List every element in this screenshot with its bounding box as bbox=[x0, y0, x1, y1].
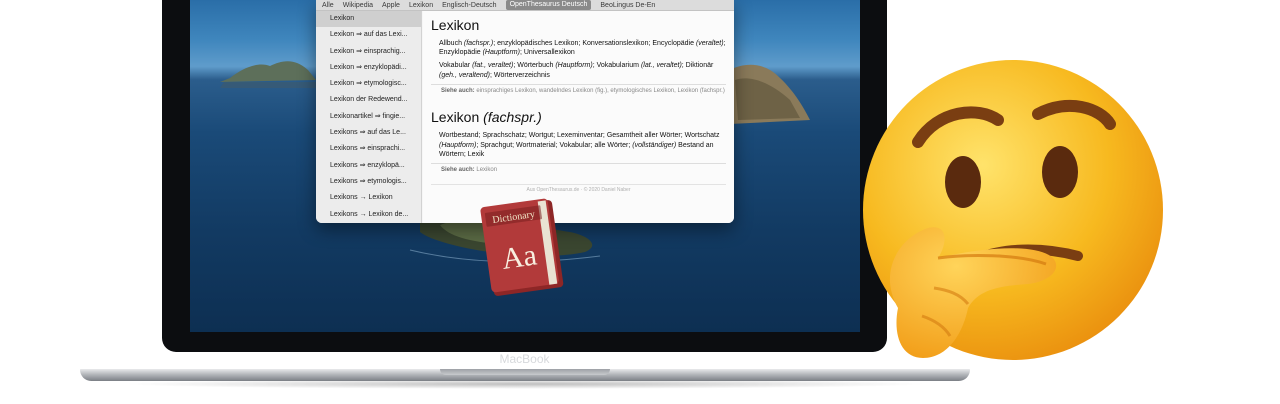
sidebar-item[interactable]: Lexikons → Lexikon bbox=[316, 190, 421, 206]
entry-synonyms-1: Allbuch (fachspr.); enzyklopädisches Lex… bbox=[439, 40, 726, 57]
entry-title: Lexikon bbox=[431, 17, 480, 33]
see-also: Siehe auch: einsprachiges Lexikon, wande… bbox=[431, 83, 726, 96]
entry-synonyms-2: Vokabular (fat., veraltet); Wörterbuch (… bbox=[439, 62, 714, 79]
laptop-notch bbox=[440, 369, 610, 375]
dictionary-window: Alle Wikipedia Apple Lexikon Englisch-De… bbox=[316, 0, 734, 223]
tab-apple[interactable]: Apple bbox=[382, 2, 400, 9]
tab-wikipedia[interactable]: Wikipedia bbox=[343, 2, 373, 9]
tab-englisch-deutsch[interactable]: Englisch-Deutsch bbox=[442, 2, 496, 9]
entry-title-2: Lexikon (fachspr.) bbox=[431, 109, 542, 126]
sidebar-item[interactable]: Lexikons → Lexikon de... bbox=[316, 207, 421, 223]
dictionary-icon-letters: Aa bbox=[500, 238, 539, 276]
dictionary-app-icon: Dictionary Aa bbox=[478, 195, 569, 301]
thinking-face-emoji bbox=[838, 58, 1178, 388]
tab-lexikon[interactable]: Lexikon bbox=[409, 2, 433, 9]
tab-opentheasaurus[interactable]: OpenThesaurus Deutsch bbox=[505, 0, 592, 10]
sidebar-item[interactable]: Lexikons ⇒ etymologis... bbox=[316, 174, 421, 190]
sidebar-item[interactable]: Lexikonartikel ⇒ fingie... bbox=[316, 109, 421, 125]
entry-synonyms-3: Wortbestand; Sprachschatz; Wortgut; Lexe… bbox=[439, 132, 720, 158]
entry-section-2: Lexikon (fachspr.) Wortbestand; Sprachsc… bbox=[431, 109, 726, 174]
sidebar-item[interactable]: Lexikon ⇒ auf das Lexi... bbox=[316, 27, 421, 43]
sidebar-item[interactable]: Lexikons ⇒ enzyklopä... bbox=[316, 158, 421, 174]
source-footer: Aus OpenThesaurus.de · © 2020 Daniel Nab… bbox=[431, 184, 726, 193]
see-also-2: Siehe auch: Lexikon bbox=[431, 162, 726, 175]
sidebar-item[interactable]: Lexikon bbox=[316, 11, 421, 28]
sidebar-item[interactable]: Lexikon ⇒ enzyklopädi... bbox=[316, 60, 421, 76]
source-tabs: Alle Wikipedia Apple Lexikon Englisch-De… bbox=[316, 0, 734, 11]
sidebar-item[interactable]: Lexikon der Redewend... bbox=[316, 92, 421, 108]
tab-beolingus[interactable]: BeoLingus De-En bbox=[600, 2, 655, 9]
promo-image: Alle Wikipedia Apple Lexikon Englisch-De… bbox=[0, 0, 1280, 404]
sidebar-item[interactable]: Lexikon ⇒ etymologisc... bbox=[316, 76, 421, 92]
sidebar-item[interactable]: Lexikons ⇒ einsprachi... bbox=[316, 141, 421, 157]
tab-alle[interactable]: Alle bbox=[322, 2, 334, 9]
macbook-label: MacBook bbox=[499, 352, 550, 366]
sidebar-item[interactable]: Lexikon ⇒ einsprachig... bbox=[316, 44, 421, 60]
results-sidebar: Lexikon Lexikon ⇒ auf das Lexi... Lexiko… bbox=[316, 11, 422, 223]
sidebar-item[interactable]: Lexikons ⇒ auf das Le... bbox=[316, 125, 421, 141]
entry-content: Lexikon Allbuch (fachspr.); enzyklopädis… bbox=[423, 11, 734, 223]
